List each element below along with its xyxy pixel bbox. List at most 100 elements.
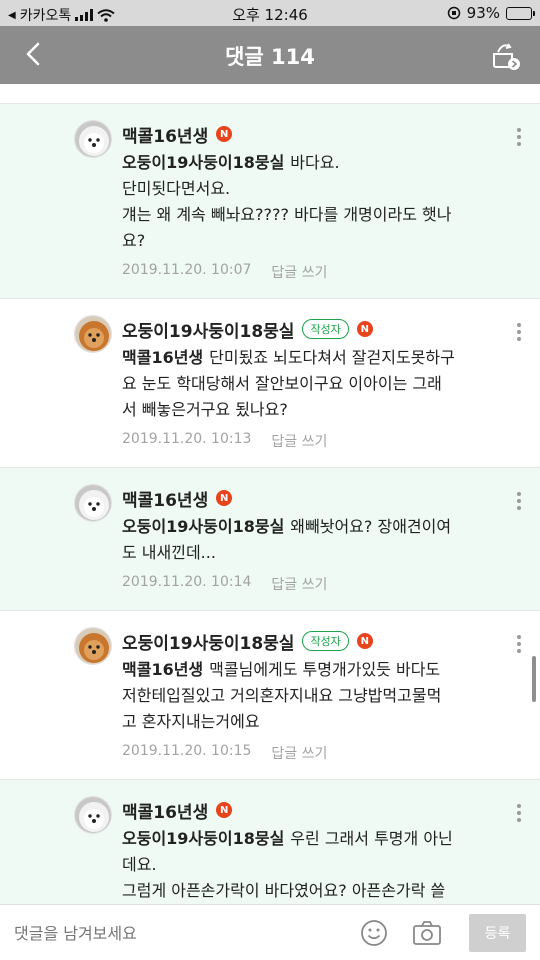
more-options-icon[interactable] — [516, 635, 522, 655]
status-right: 93% — [447, 4, 535, 22]
comment-meta: 2019.11.20. 10:14 답글 쓰기 — [122, 574, 500, 594]
comment-text: 서 빼놓은거구요 됬나요? — [122, 400, 288, 419]
comment-line: 저한테입질있고 거의혼자지내요 그냥밥먹고물먹 — [122, 683, 500, 709]
comment-text: 저한테입질있고 거의혼자지내요 그냥밥먹고물먹 — [122, 686, 442, 705]
comment-meta: 2019.11.20. 10:13 답글 쓰기 — [122, 431, 500, 451]
comment-author-row: 맥콜16년생 N — [122, 486, 500, 511]
comment-author-row: 오둥이19사둥이18뭉실 작성자 N — [122, 629, 500, 654]
comment-item: 맥콜16년생 N 오둥이19사둥이18뭉실 우린 그래서 투명개 아닌데요. 그럼게… — [0, 780, 540, 904]
smiley-icon[interactable] — [360, 919, 388, 947]
comment-line: 오둥이19사둥이18뭉실 왜빼놧어요? 장애견이여 — [122, 514, 500, 540]
comment-item: 오둥이19사둥이18뭉실 작성자 N 맥콜16년생 단미됬죠 뇌도다쳐서 잘걷지도… — [0, 299, 540, 468]
comment-line: 맥콜16년생 맥콜님에게도 투명개가있듯 바다도 — [122, 657, 500, 683]
comment-line: 오둥이19사둥이18뭉실 우린 그래서 투명개 아닌 — [122, 826, 500, 852]
comment-mention[interactable]: 오둥이19사둥이18뭉실 — [122, 517, 284, 536]
comment-body: 오둥이19사둥이18뭉실 바다요. 단미됫다면서요. 걔는 왜 계속 빼놔요???? … — [122, 150, 500, 254]
comment-list[interactable]: 맥콜16년생 N 오둥이19사둥이18뭉실 바다요. 단미됫다면서요. 걔는 왜 계속… — [0, 84, 540, 904]
comment-meta: 2019.11.20. 10:07 답글 쓰기 — [122, 262, 500, 282]
avatar[interactable] — [74, 315, 112, 353]
comment-text: 맥콜님에게도 투명개가있듯 바다도 — [209, 660, 441, 679]
comment-meta: 2019.11.20. 10:15 답글 쓰기 — [122, 743, 500, 763]
page-title: 댓글 114 — [225, 45, 315, 69]
comment-date: 2019.11.20. 10:14 — [122, 574, 252, 590]
header: 댓글 114 — [0, 26, 540, 84]
comment-body: 맥콜16년생 맥콜님에게도 투명개가있듯 바다도저한테입질있고 거의혼자지내요 그… — [122, 657, 500, 735]
avatar[interactable] — [74, 484, 112, 522]
avatar[interactable] — [74, 120, 112, 158]
comment-text: 바다요. — [290, 153, 340, 172]
comment-text: 왜빼놧어요? 장애견이여 — [290, 517, 452, 536]
comment-line: 도 내새낀데... — [122, 540, 500, 566]
comment-text: 걔는 왜 계속 빼놔요???? 바다를 개명이라도 햇나 — [122, 205, 452, 224]
comment-text: 고 혼자지내는거에요 — [122, 712, 260, 731]
more-options-icon[interactable] — [516, 804, 522, 824]
comment-text: 그럼게 아픈손가락이 바다였어요? 아픈손가락 쓸 — [122, 881, 446, 900]
new-badge: N — [216, 126, 233, 142]
comments-container: 맥콜16년생 N 오둥이19사둥이18뭉실 바다요. 단미됫다면서요. 걔는 왜 계속… — [0, 104, 540, 904]
camera-icon[interactable] — [412, 919, 442, 947]
comment-author[interactable]: 맥콜16년생 — [122, 486, 208, 511]
comment-line: 그럼게 아픈손가락이 바다였어요? 아픈손가락 쓸 — [122, 878, 500, 904]
comment-text: 도 내새낀데... — [122, 543, 216, 562]
comment-line: 오둥이19사둥이18뭉실 바다요. — [122, 150, 500, 176]
comment-date: 2019.11.20. 10:13 — [122, 431, 252, 447]
comment-mention[interactable]: 오둥이19사둥이18뭉실 — [122, 829, 284, 848]
comment-mention[interactable]: 맥콜16년생 — [122, 348, 203, 367]
comment-item: 맥콜16년생 N 오둥이19사둥이18뭉실 왜빼놧어요? 장애견이여도 내새낀데.… — [0, 468, 540, 611]
writer-badge: 작성자 — [302, 631, 349, 651]
new-badge: N — [356, 633, 373, 649]
comment-author[interactable]: 오둥이19사둥이18뭉실 — [122, 629, 294, 654]
comment-line: 요? — [122, 228, 500, 254]
comment-input-bar: 등록 — [0, 904, 540, 960]
comment-text: 요 눈도 학대당해서 잘안보이구요 이아이는 그래 — [122, 374, 442, 393]
comment-text: 데요. — [122, 855, 157, 874]
comment-text: 단미됫다면서요. — [122, 179, 231, 198]
comment-item: 맥콜16년생 N 오둥이19사둥이18뭉실 바다요. 단미됫다면서요. 걔는 왜 계속… — [0, 104, 540, 299]
comment-line: 맥콜16년생 단미됬죠 뇌도다쳐서 잘걷지도못하구 — [122, 345, 500, 371]
comment-text: 요? — [122, 231, 146, 250]
more-options-icon[interactable] — [516, 492, 522, 512]
comment-author[interactable]: 맥콜16년생 — [122, 798, 208, 823]
comment-body: 오둥이19사둥이18뭉실 우린 그래서 투명개 아닌데요. 그럼게 아픈손가락이 바… — [122, 826, 500, 904]
comment-author-row: 오둥이19사둥이18뭉실 작성자 N — [122, 317, 500, 342]
share-icon[interactable] — [488, 38, 522, 72]
reply-button[interactable]: 답글 쓰기 — [271, 574, 327, 594]
status-bar: ◀ 카카오톡 오후 12:46 93% — [0, 0, 540, 26]
avatar[interactable] — [74, 627, 112, 665]
reply-button[interactable]: 답글 쓰기 — [271, 262, 327, 282]
orientation-lock-icon — [447, 6, 460, 20]
comment-line: 서 빼놓은거구요 됬나요? — [122, 397, 500, 423]
comment-line: 고 혼자지내는거에요 — [122, 709, 500, 735]
comment-body: 오둥이19사둥이18뭉실 왜빼놧어요? 장애견이여도 내새낀데... — [122, 514, 500, 566]
more-options-icon[interactable] — [516, 128, 522, 148]
comment-line: 데요. — [122, 852, 500, 878]
comment-line: 요 눈도 학대당해서 잘안보이구요 이아이는 그래 — [122, 371, 500, 397]
comment-text: 우린 그래서 투명개 아닌 — [290, 829, 453, 848]
battery-icon — [506, 6, 535, 20]
avatar[interactable] — [74, 796, 112, 834]
comment-author[interactable]: 오둥이19사둥이18뭉실 — [122, 317, 294, 342]
comment-date: 2019.11.20. 10:15 — [122, 743, 252, 759]
new-badge: N — [216, 802, 233, 818]
comment-input[interactable] — [14, 921, 334, 945]
more-options-icon[interactable] — [516, 323, 522, 343]
comment-author-row: 맥콜16년생 N — [122, 798, 500, 823]
reply-button[interactable]: 답글 쓰기 — [271, 431, 327, 451]
reply-button[interactable]: 답글 쓰기 — [271, 743, 327, 763]
comment-text: 단미됬죠 뇌도다쳐서 잘걷지도못하구 — [209, 348, 455, 367]
submit-button[interactable]: 등록 — [469, 914, 526, 952]
writer-badge: 작성자 — [302, 319, 349, 339]
comment-author-row: 맥콜16년생 N — [122, 122, 500, 147]
comment-mention[interactable]: 맥콜16년생 — [122, 660, 203, 679]
scrollbar[interactable] — [532, 656, 536, 702]
new-badge: N — [216, 490, 233, 506]
comment-mention[interactable]: 오둥이19사둥이18뭉실 — [122, 153, 284, 172]
comment-date: 2019.11.20. 10:07 — [122, 262, 252, 278]
comment-body: 맥콜16년생 단미됬죠 뇌도다쳐서 잘걷지도못하구요 눈도 학대당해서 잘안보이구… — [122, 345, 500, 423]
comment-line: 걔는 왜 계속 빼놔요???? 바다를 개명이라도 햇나 — [122, 202, 500, 228]
comment-author[interactable]: 맥콜16년생 — [122, 122, 208, 147]
battery-percent: 93% — [466, 4, 500, 22]
list-top-spacer — [0, 84, 540, 104]
comment-line: 단미됫다면서요. — [122, 176, 500, 202]
comment-item: 오둥이19사둥이18뭉실 작성자 N 맥콜16년생 맥콜님에게도 투명개가있듯 바… — [0, 611, 540, 780]
